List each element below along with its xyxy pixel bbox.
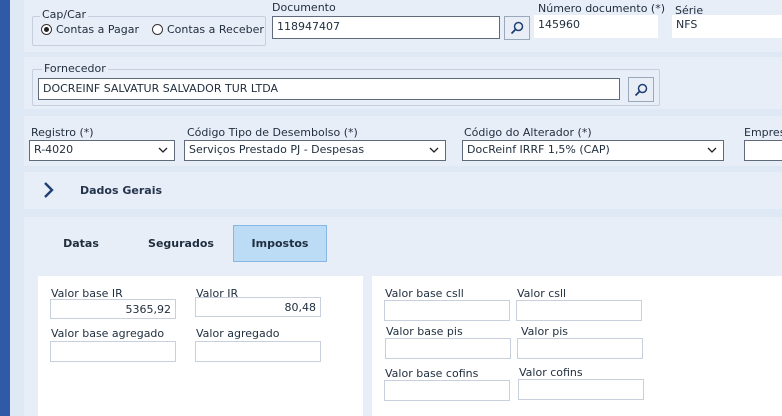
tab-segurados[interactable]: Segurados — [140, 226, 222, 261]
valor-base-cofins-label: Valor base cofins — [385, 367, 479, 380]
radio-receber-circle[interactable] — [152, 24, 163, 35]
left-accent-bar — [0, 0, 10, 416]
search-icon — [634, 83, 648, 96]
valor-csll-label: Valor csll — [517, 287, 567, 300]
documento-input[interactable]: 118947407 — [272, 16, 500, 39]
chevron-down-icon — [158, 147, 168, 153]
dados-gerais-label[interactable]: Dados Gerais — [80, 184, 162, 197]
tipo-desembolso-label: Código Tipo de Desembolso (*) — [187, 126, 358, 139]
chevron-down-icon — [429, 147, 439, 153]
valor-base-cofins-input[interactable] — [384, 380, 510, 401]
alterador-label: Código do Alterador (*) — [464, 126, 592, 139]
alterador-value: DocReinf IRRF 1,5% (CAP) — [467, 143, 610, 156]
valor-agregado-label: Valor agregado — [196, 327, 280, 340]
tipo-desembolso-value: Serviços Prestado PJ - Despesas — [189, 143, 365, 156]
valor-base-csll-label: Valor base csll — [385, 287, 464, 300]
empresa-label: Empres — [744, 126, 782, 139]
search-icon — [510, 21, 524, 35]
chevron-right-icon[interactable] — [43, 181, 55, 199]
valor-cofins-input[interactable] — [518, 379, 644, 400]
valor-agregado-input[interactable] — [195, 341, 321, 362]
valor-base-csll-input[interactable] — [384, 300, 510, 321]
fornecedor-search-button[interactable] — [628, 77, 654, 102]
valor-base-ir-input[interactable]: 5365,92 — [50, 299, 176, 319]
alterador-select[interactable]: DocReinf IRRF 1,5% (CAP) — [462, 140, 724, 161]
valor-base-agregado-label: Valor base agregado — [51, 327, 165, 340]
registro-label: Registro (*) — [31, 126, 94, 139]
valor-csll-input[interactable] — [516, 300, 642, 321]
chevron-down-icon — [707, 147, 717, 153]
tab-impostos[interactable]: Impostos — [233, 225, 327, 262]
valor-base-pis-label: Valor base pis — [386, 325, 463, 338]
valor-cofins-label: Valor cofins — [519, 366, 583, 379]
capcar-title: Cap/Car — [40, 8, 89, 21]
valor-base-agregado-input[interactable] — [50, 341, 176, 362]
serie-input[interactable]: NFS — [672, 15, 782, 38]
numero-documento-label: Número documento (*) — [538, 2, 665, 15]
radio-pagar-label[interactable]: Contas a Pagar — [56, 23, 139, 36]
radio-pagar-circle[interactable] — [41, 24, 52, 35]
tab-datas[interactable]: Datas — [48, 226, 114, 261]
registro-value: R-4020 — [34, 143, 74, 156]
radio-contas-pagar[interactable]: Contas a Pagar — [41, 23, 139, 36]
registro-select[interactable]: R-4020 — [29, 140, 175, 161]
documento-search-button[interactable] — [504, 16, 530, 40]
radio-selected-dot — [44, 27, 49, 32]
valor-pis-label: Valor pis — [521, 325, 568, 338]
valor-ir-input[interactable]: 80,48 — [195, 297, 321, 317]
fornecedor-input[interactable]: DOCREINF SALVATUR SALVADOR TUR LTDA — [38, 78, 620, 100]
documento-label: Documento — [272, 1, 336, 14]
empresa-select[interactable] — [744, 140, 782, 161]
numero-documento-input[interactable]: 145960 — [534, 15, 658, 38]
valor-base-pis-input[interactable] — [385, 338, 511, 359]
radio-contas-receber[interactable]: Contas a Receber — [152, 23, 264, 36]
fornecedor-title: Fornecedor — [42, 62, 108, 75]
radio-receber-label[interactable]: Contas a Receber — [167, 23, 264, 36]
tipo-desembolso-select[interactable]: Serviços Prestado PJ - Despesas — [184, 140, 446, 161]
valor-pis-input[interactable] — [517, 338, 643, 359]
